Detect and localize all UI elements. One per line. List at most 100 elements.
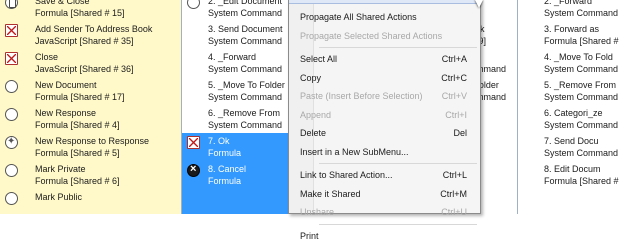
action-title: 8. Cancel: [208, 164, 247, 174]
action-cell[interactable]: [518, 189, 631, 214]
action-title: New Response: [35, 108, 97, 118]
menu-item-label: Append: [300, 109, 332, 120]
menu-item-shortcut: Del: [453, 128, 467, 138]
envelope-icon: [5, 52, 18, 65]
action-cell[interactable]: New Response Formula [Shared # 4]: [0, 105, 182, 133]
action-type: System Command: [208, 8, 283, 18]
action-type: JavaScript [Shared # 36]: [35, 64, 134, 74]
action-title: 5. _Move To Folder: [208, 80, 285, 90]
action-cell[interactable]: 4. _Move To Fold System Command: [518, 49, 631, 77]
menu-item-insert-in-a-new-submenu[interactable]: Insert in a New SubMenu...: [290, 143, 479, 162]
action-title: Mark Private: [35, 164, 86, 174]
context-menu: Propagate All Shared Actions Propagate Se…: [288, 0, 481, 240]
menu-item-label: Unshare: [300, 207, 335, 217]
menu-item-copy[interactable]: Copy Ctrl+C: [290, 69, 479, 88]
action-title: New Document: [35, 80, 97, 90]
action-title: 2. _Edit Document: [208, 0, 283, 6]
menu-item-print[interactable]: Print: [290, 227, 479, 240]
action-cell[interactable]: 7. Send Docu System Command: [518, 133, 631, 161]
action-cell[interactable]: Close JavaScript [Shared # 36]: [0, 49, 182, 77]
action-cell[interactable]: Mark Public: [0, 189, 182, 214]
action-title: 6. _Remove From: [208, 108, 281, 118]
action-cell[interactable]: 7. Ok Formula: [182, 133, 294, 161]
action-type: Formula [Shared # 6]: [35, 176, 120, 186]
menu-item-label: Propagate All Shared Actions: [300, 12, 417, 22]
star-icon: [5, 136, 18, 149]
action-cell[interactable]: [182, 189, 294, 214]
action-cell[interactable]: 8. Edit Docum Formula [Shared #: [518, 161, 631, 189]
action-title: Mark Public: [35, 192, 83, 202]
menu-item-label: Propagate Selected Shared Actions: [300, 30, 443, 41]
action-cell[interactable]: 3. Forward as Formula [Shared #: [518, 21, 631, 49]
action-type: Formula [Shared # 15]: [35, 8, 125, 18]
action-title: 8. Edit Docum: [544, 164, 601, 174]
action-title: 3. Forward as: [544, 24, 600, 34]
envelope-icon: [5, 24, 18, 37]
action-type: System Command: [544, 120, 619, 130]
action-type: Formula [Shared #: [544, 36, 619, 46]
action-title: 3. Send Document: [208, 24, 283, 34]
action-type: System Command: [544, 8, 619, 18]
action-cell[interactable]: 5. _Remove From System Command: [518, 77, 631, 105]
menu-item-label: Link to Shared Action...: [300, 170, 393, 180]
menu-item-make-it-shared[interactable]: Make it Shared Ctrl+M: [290, 185, 479, 204]
action-type: System Command: [544, 148, 619, 158]
action-title: 6. Categori_ze: [544, 108, 603, 118]
action-title: Close: [35, 52, 59, 62]
menu-item-propagate-all-shared-actions[interactable]: Propagate All Shared Actions: [290, 8, 479, 27]
menu-item-label: Select All: [300, 54, 338, 64]
action-type: System Command: [208, 36, 283, 46]
action-cell[interactable]: 2. _Edit Document System Command: [182, 0, 294, 21]
action-cell[interactable]: 4. _Forward System Command: [182, 49, 294, 77]
menu-separator: [319, 223, 477, 225]
action-title: 2. _Forward: [544, 0, 593, 6]
menu-item-label: Delete: [300, 128, 327, 138]
menu-highlight-edge: [289, 0, 480, 4]
action-type: Formula [Shared # 4]: [35, 120, 120, 130]
action-cell[interactable]: Mark Private Formula [Shared # 6]: [0, 161, 182, 189]
menu-item-delete[interactable]: Delete Del: [290, 124, 479, 143]
menu-separator: [319, 163, 477, 164]
menu-item-unshare: Unshare Ctrl+U: [290, 203, 479, 222]
action-type: Formula: [208, 148, 242, 158]
action-cell[interactable]: New Response to Response Formula [Shared …: [0, 133, 182, 161]
action-title: Save & Close: [35, 0, 90, 6]
menu-item-label: Paste (Insert Before Selection): [300, 91, 423, 101]
action-cell[interactable]: Add Sender To Address Book JavaScript [Sh…: [0, 21, 182, 49]
action-title: 7. Ok: [208, 136, 230, 146]
circle-icon: [5, 164, 18, 177]
menu-item-link-to-shared-action[interactable]: Link to Shared Action... Ctrl+L: [290, 166, 479, 185]
action-cell[interactable]: 8. Cancel Formula: [182, 161, 294, 189]
circle-icon: [5, 80, 18, 93]
action-cell[interactable]: 2. _Forward System Command: [518, 0, 631, 21]
menu-item-shortcut: Ctrl+I: [445, 109, 467, 120]
menu-item-label: Copy: [300, 72, 322, 83]
action-cell[interactable]: 6. _Remove From System Command: [182, 105, 294, 133]
menu-item-label: Print: [300, 230, 319, 240]
action-title: New Response to Response: [35, 136, 150, 146]
action-type: JavaScript [Shared # 35]: [35, 36, 134, 46]
menu-item-shortcut: Ctrl+M: [440, 188, 467, 199]
menu-item-append: Append Ctrl+I: [290, 106, 479, 125]
menu-item-shortcut: Ctrl+C: [441, 72, 467, 83]
menu-separator: [319, 47, 477, 48]
cancel-icon: [187, 163, 200, 177]
circle-icon: [187, 0, 200, 9]
action-title: 5. _Remove From: [544, 80, 617, 90]
action-type: Formula [Shared # 17]: [35, 92, 125, 102]
menu-item-label: Insert in a New SubMenu...: [300, 146, 409, 157]
action-type: Formula [Shared # 5]: [35, 148, 120, 158]
menu-item-select-all[interactable]: Select All Ctrl+A: [290, 50, 479, 69]
circle-icon: [5, 108, 18, 121]
action-cell[interactable]: 3. Send Document System Command: [182, 21, 294, 49]
action-type: System Command: [544, 92, 619, 102]
mouse-cursor-icon: [475, 0, 483, 8]
action-cell[interactable]: Save & Close Formula [Shared # 15]: [0, 0, 182, 21]
action-type: Formula: [208, 176, 242, 186]
action-cell[interactable]: New Document Formula [Shared # 17]: [0, 77, 182, 105]
action-title: 7. Send Docu: [544, 136, 599, 146]
action-cell[interactable]: 5. _Move To Folder System Command: [182, 77, 294, 105]
action-cell[interactable]: 6. Categori_ze System Command: [518, 105, 631, 133]
action-type: System Command: [208, 92, 283, 102]
menu-item-label: Make it Shared: [300, 188, 361, 199]
